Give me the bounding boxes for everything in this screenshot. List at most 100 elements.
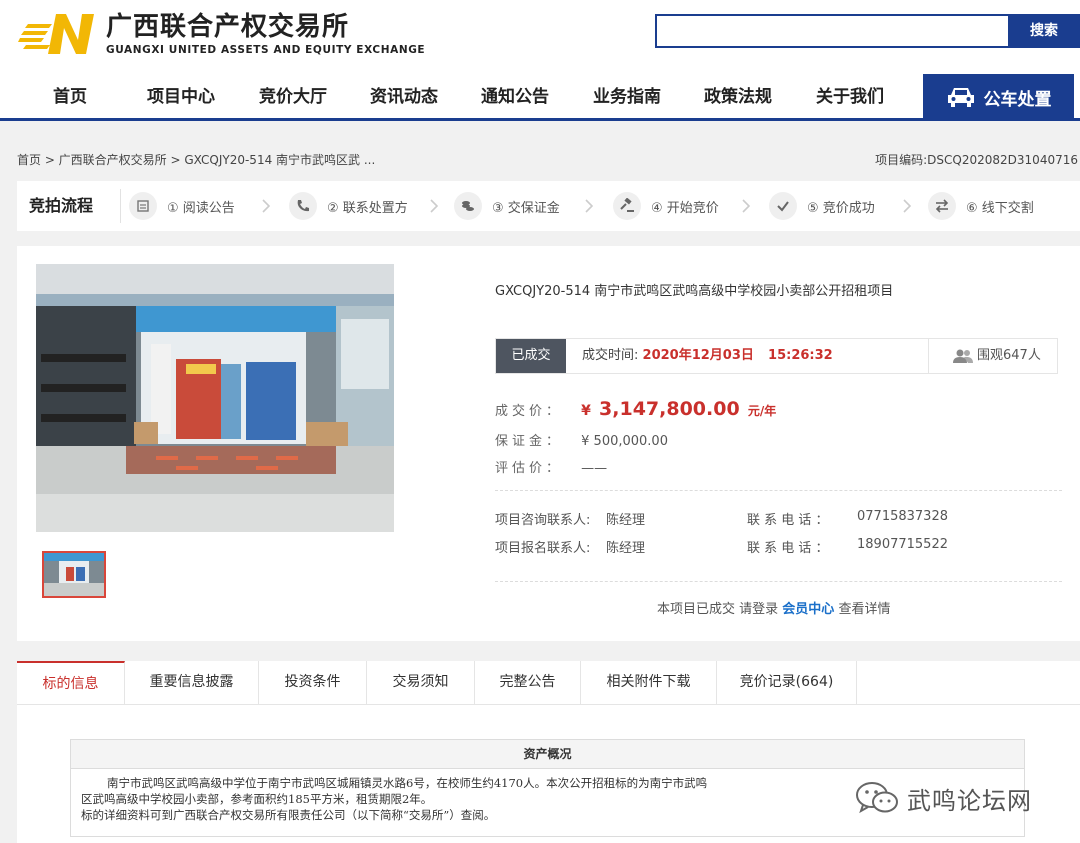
chevron-right-icon	[262, 199, 271, 213]
signup-contact-label: 项目报名联系人:	[495, 541, 591, 556]
deal-notice: 本项目已成交 请登录 会员中心 查看详情	[657, 598, 890, 617]
gavel-icon	[613, 192, 641, 220]
deal-status-row: 已成交 成交时间: 2020年12月03日 15:26:32 围观647人	[495, 338, 1058, 374]
member-center-link[interactable]: 会员中心	[782, 602, 834, 617]
process-step-label: ⑥ 线下交割	[966, 200, 1034, 216]
checkmark-icon	[769, 192, 797, 220]
process-step-bidding: ④ 开始竞价	[613, 192, 719, 220]
car-icon	[947, 88, 974, 107]
process-step-deposit: ③ 交保证金	[454, 192, 560, 220]
process-step-read: ① 阅读公告	[129, 192, 235, 220]
photo-thumbnail[interactable]	[42, 551, 106, 598]
thumbnail-illustration	[44, 553, 104, 596]
document-icon	[129, 192, 157, 220]
chevron-right-icon	[742, 199, 751, 213]
final-price-label: 成交价：	[495, 404, 564, 419]
dashed-divider	[495, 490, 1062, 491]
tab-full-notice[interactable]: 完整公告	[475, 661, 581, 704]
tab-trading-notes[interactable]: 交易须知	[367, 661, 475, 704]
wechat-watermark: 武鸣论坛网	[855, 780, 1032, 816]
estimate-label: 评估价：	[495, 461, 564, 476]
nav-special-label: 公车处置	[983, 89, 1052, 110]
final-price-value: 3,147,800.00	[599, 398, 740, 420]
deposit-value: ¥ 500,000.00	[581, 434, 668, 449]
process-step-success: ⑤ 竞价成功	[769, 192, 875, 220]
store-photo-illustration	[36, 264, 394, 532]
final-price-row: 成交价： ¥ 3,147,800.00 元/年	[495, 398, 776, 420]
view-count: 围观647人	[928, 339, 1058, 373]
detail-tabs: 标的信息 重要信息披露 投资条件 交易须知 完整公告 相关附件下载 竞价记录(6…	[17, 661, 1080, 705]
status-badge: 已成交	[496, 339, 566, 373]
process-step-handover: ⑥ 线下交割	[928, 192, 1034, 220]
logo-mark-icon	[18, 14, 94, 54]
phone-icon	[289, 192, 317, 220]
process-step-label: ④ 开始竞价	[651, 200, 719, 216]
signup-contact-name: 陈经理	[606, 541, 646, 556]
logo-chinese-name: 广西联合产权交易所	[106, 12, 350, 42]
nav-item-about[interactable]: 关于我们	[800, 74, 900, 120]
nav-item-news[interactable]: 资讯动态	[354, 74, 454, 120]
consult-contact-label: 项目咨询联系人:	[495, 513, 591, 528]
final-price-unit: 元/年	[747, 404, 777, 418]
process-step-label: ③ 交保证金	[492, 200, 560, 216]
tab-subject-info[interactable]: 标的信息	[17, 661, 125, 704]
deal-clock: 15:26:32	[768, 348, 833, 363]
breadcrumb[interactable]: 首页 > 广西联合产权交易所 > GXCQJY20-514 南宁市武鸣区武 ..…	[17, 151, 375, 168]
deal-time: 成交时间: 2020年12月03日 15:26:32	[582, 339, 833, 373]
estimate-value: ——	[581, 461, 608, 476]
watermark-text: 武鸣论坛网	[907, 786, 1032, 815]
process-step-contact: ② 联系处置方	[289, 192, 408, 220]
project-detail-panel: GXCQJY20-514 南宁市武鸣区武鸣高级中学校园小卖部公开招租项目 已成交…	[17, 246, 1080, 641]
project-main-photo[interactable]	[36, 264, 394, 532]
process-divider	[120, 189, 121, 223]
nav-item-bidding-hall[interactable]: 竞价大厅	[243, 74, 343, 120]
consult-contact-name: 陈经理	[606, 513, 646, 528]
deal-time-label: 成交时间:	[582, 348, 639, 363]
asset-overview-heading: 资产概况	[71, 740, 1024, 769]
main-nav: 首页 项目中心 竞价大厅 资讯动态 通知公告 业务指南 政策法规 关于我们 公车…	[0, 74, 1080, 120]
process-step-label: ① 阅读公告	[167, 200, 235, 216]
site-logo[interactable]: 广西联合产权交易所 GUANGXI UNITED ASSETS AND EQUI…	[18, 10, 425, 58]
deposit-label: 保证金：	[495, 434, 564, 449]
nav-item-home[interactable]: 首页	[20, 74, 120, 120]
dashed-divider	[495, 581, 1062, 582]
nav-item-policy[interactable]: 政策法规	[688, 74, 788, 120]
tab-attachments[interactable]: 相关附件下载	[581, 661, 717, 704]
exchange-icon	[928, 192, 956, 220]
chevron-right-icon	[903, 199, 912, 213]
nav-item-guide[interactable]: 业务指南	[577, 74, 677, 120]
estimate-row: 评估价： ——	[495, 457, 607, 476]
price-currency: ¥	[581, 403, 591, 419]
nav-item-project-center[interactable]: 项目中心	[131, 74, 231, 120]
tab-disclosure[interactable]: 重要信息披露	[125, 661, 259, 704]
coins-icon	[454, 192, 482, 220]
notice-text-pre: 本项目已成交 请登录	[657, 602, 779, 617]
deposit-row: 保证金： ¥ 500,000.00	[495, 430, 668, 449]
nav-item-vehicle-disposal[interactable]: 公车处置	[923, 74, 1074, 120]
project-title: GXCQJY20-514 南宁市武鸣区武鸣高级中学校园小卖部公开招租项目	[495, 284, 894, 299]
chevron-right-icon	[430, 199, 439, 213]
process-step-label: ⑤ 竞价成功	[807, 200, 875, 216]
chevron-right-icon	[585, 199, 594, 213]
wechat-icon	[856, 782, 898, 814]
search-button[interactable]: 搜索	[1008, 14, 1080, 48]
nav-item-notices[interactable]: 通知公告	[465, 74, 565, 120]
consult-phone-label: 联 系 电 话 ：	[747, 513, 829, 528]
deal-date: 2020年12月03日	[642, 348, 754, 363]
logo-text: 广西联合产权交易所 GUANGXI UNITED ASSETS AND EQUI…	[106, 12, 425, 56]
search-input[interactable]	[655, 14, 1010, 48]
users-icon	[953, 349, 973, 363]
process-step-label: ② 联系处置方	[327, 200, 408, 216]
signup-phone: 18907715522	[857, 537, 948, 552]
project-code: 项目编码:DSCQ202082D31040716	[875, 153, 1078, 167]
signup-phone-label: 联 系 电 话 ：	[747, 541, 829, 556]
consult-phone: 07715837328	[857, 509, 948, 524]
tab-bid-records[interactable]: 竞价记录(664)	[717, 661, 857, 704]
auction-process-bar: 竞拍流程 ① 阅读公告 ② 联系处置方 ③ 交保证金 ④ 开始竞价 ⑤ 竞价成功	[17, 181, 1080, 231]
process-title: 竞拍流程	[29, 196, 94, 215]
logo-english-name: GUANGXI UNITED ASSETS AND EQUITY EXCHANG…	[106, 44, 426, 56]
site-header: 广西联合产权交易所 GUANGXI UNITED ASSETS AND EQUI…	[0, 0, 1080, 68]
tab-investment-terms[interactable]: 投资条件	[259, 661, 367, 704]
view-count-label: 围观647人	[977, 348, 1041, 363]
notice-text-post: 查看详情	[838, 602, 891, 617]
